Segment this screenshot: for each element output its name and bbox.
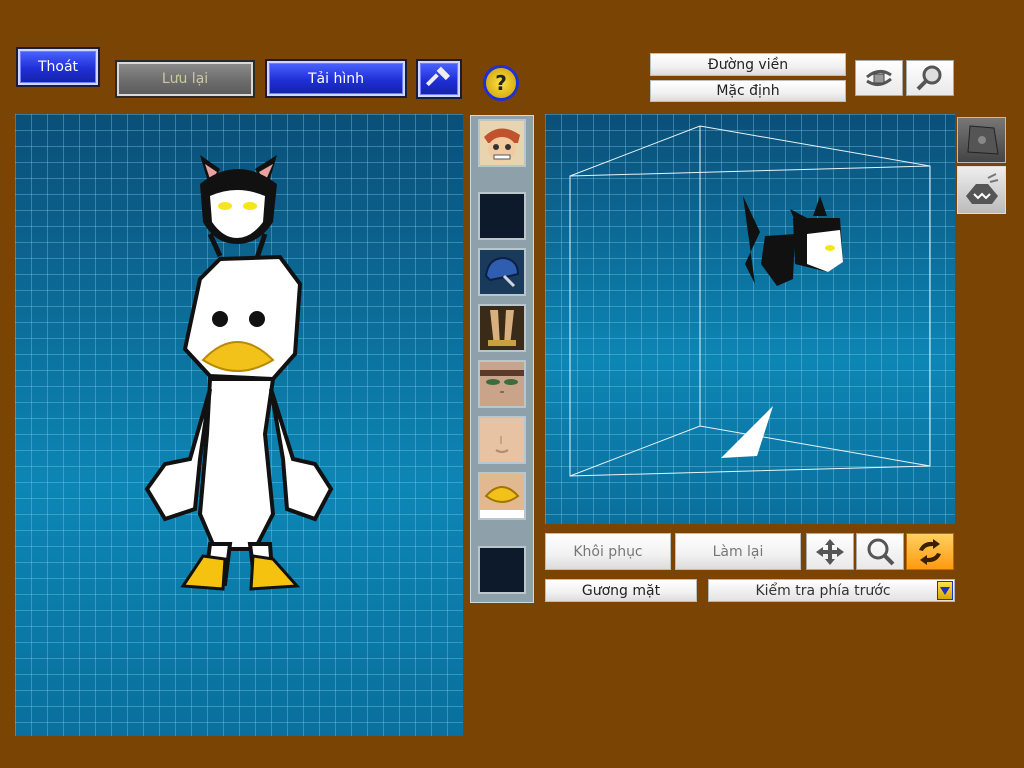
exit-label: Thoát: [37, 59, 79, 75]
zoom-view-button[interactable]: [906, 60, 954, 96]
outline-label: Đường viền: [707, 56, 789, 73]
magnify-button[interactable]: [856, 533, 904, 570]
hammer-icon: [426, 66, 451, 87]
rotate-view-icon: [866, 70, 892, 86]
move-button[interactable]: [806, 533, 854, 570]
slot-face[interactable]: [478, 416, 526, 464]
view-angle-value: Kiểm tra phía trước: [755, 582, 891, 599]
exit-button[interactable]: Thoát: [16, 47, 100, 87]
default-button[interactable]: Mặc định: [650, 80, 846, 102]
load-image-label: Tải hình: [308, 70, 364, 87]
slot-clothing[interactable]: [478, 304, 526, 352]
redo-label: Làm lại: [712, 543, 764, 560]
character-model: [144, 155, 334, 591]
refresh-icon: [919, 538, 941, 565]
redo-button[interactable]: Làm lại: [675, 533, 801, 570]
creature-tool-button[interactable]: [957, 166, 1006, 214]
slot-empty-1[interactable]: [478, 192, 526, 240]
face-icon: [480, 418, 524, 462]
magnify-icon: [867, 538, 895, 565]
creature-icon: [965, 173, 998, 204]
help-icon: ?: [495, 71, 507, 95]
load-image-button[interactable]: Tải hình: [265, 59, 407, 98]
stone-tool-button[interactable]: [957, 117, 1006, 163]
zoom-view-icon: [916, 65, 942, 91]
clothing-icon: [480, 306, 524, 350]
slot-helmet[interactable]: [478, 248, 526, 296]
save-label: Lưu lại: [161, 71, 209, 87]
character-preview-panel: [15, 114, 463, 736]
outline-button[interactable]: Đường viền: [650, 53, 846, 76]
chevron-down-icon[interactable]: [937, 581, 953, 600]
slot-eyes[interactable]: [478, 360, 526, 408]
face-category-label: Gương mặt: [581, 582, 661, 599]
default-label: Mặc định: [716, 83, 780, 99]
3d-bounding-box: [569, 125, 931, 477]
restore-button[interactable]: Khôi phục: [545, 533, 671, 570]
refresh-button[interactable]: [906, 533, 954, 570]
helmet-icon: [480, 250, 524, 294]
view-angle-select[interactable]: Kiểm tra phía trước: [708, 579, 955, 602]
stone-block-icon: [966, 125, 999, 155]
save-button[interactable]: Lưu lại: [115, 60, 255, 98]
parts-slot-column: [470, 115, 534, 603]
character-portrait-icon: [480, 121, 524, 165]
rotate-view-button[interactable]: [855, 60, 903, 96]
hammer-button[interactable]: [416, 59, 462, 99]
slot-empty-2[interactable]: [478, 546, 526, 594]
move-icon: [816, 538, 844, 565]
eyes-icon: [480, 362, 524, 406]
help-button[interactable]: ?: [483, 65, 519, 101]
slot-character-portrait[interactable]: [478, 119, 526, 167]
beak-icon: [480, 474, 524, 518]
3d-view-panel[interactable]: [545, 114, 955, 524]
restore-label: Khôi phục: [573, 543, 643, 560]
face-category-button[interactable]: Gương mặt: [545, 579, 697, 602]
slot-mouth[interactable]: [478, 472, 526, 520]
